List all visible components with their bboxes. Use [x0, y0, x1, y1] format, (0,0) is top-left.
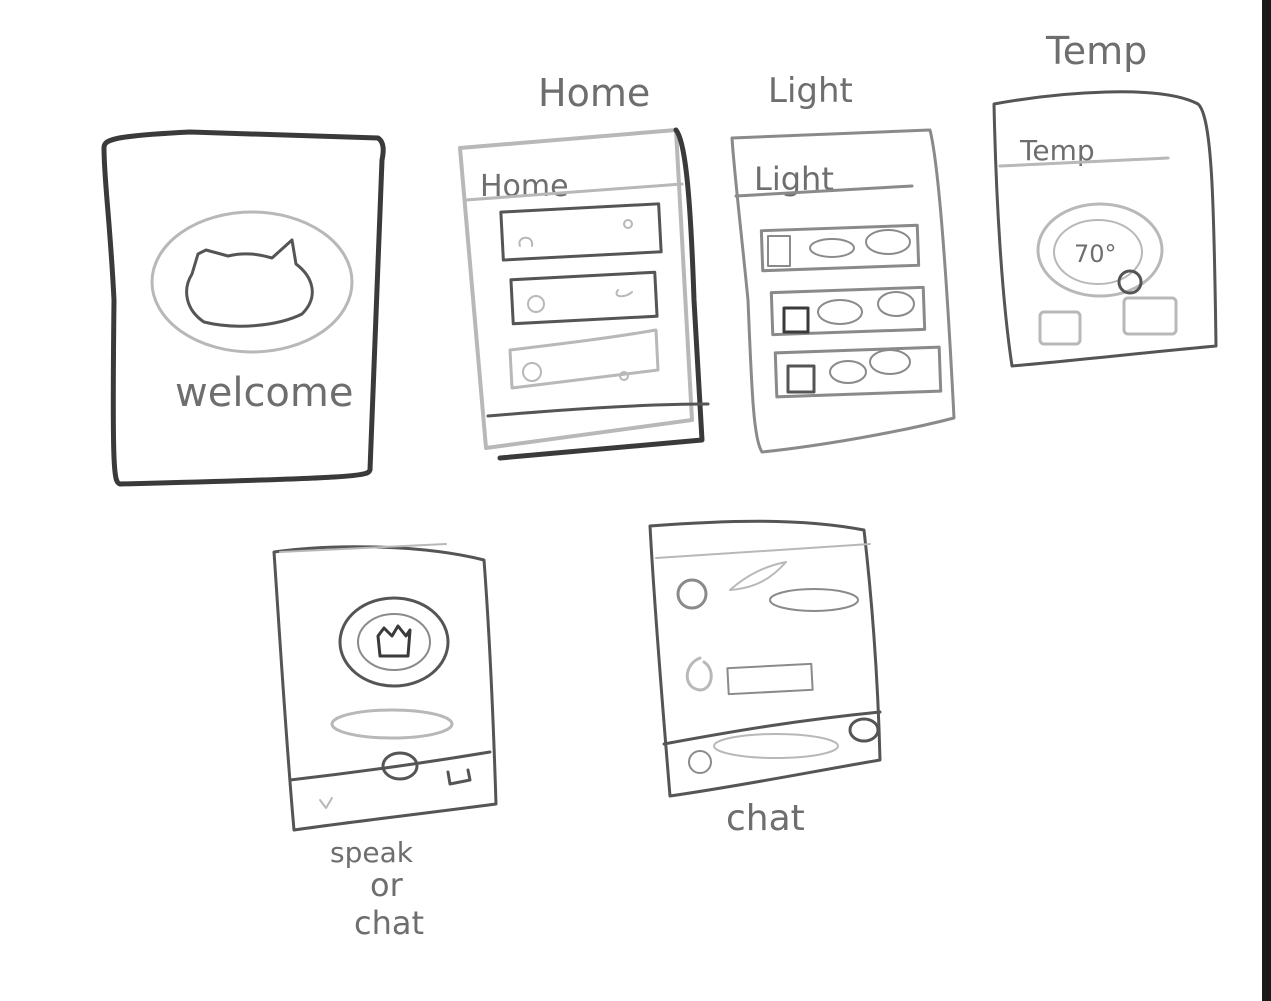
light-row-1[interactable]: [759, 223, 921, 273]
chat-avatar-2: [685, 656, 713, 692]
light-screen: Light Light: [730, 71, 956, 454]
temp-phone-frame: [992, 90, 1218, 368]
chat-bubble-outgoing-1: [769, 588, 859, 612]
temp-button-left[interactable]: [1038, 310, 1082, 346]
chat-screen: chat: [648, 519, 882, 839]
home-card-1-icon: [518, 236, 534, 247]
temp-readout: 70°: [1074, 240, 1117, 268]
light-row-1-slider[interactable]: [809, 238, 855, 258]
temp-button-right[interactable]: [1122, 296, 1178, 336]
home-card-1-dot-icon: [623, 219, 633, 229]
home-card-2[interactable]: [509, 270, 659, 326]
chat-avatar-1: [676, 578, 708, 610]
welcome-phone-frame: [101, 129, 386, 487]
speak-chat-toggle-icon[interactable]: [446, 768, 472, 786]
temp-title: Temp: [1045, 29, 1147, 73]
crown-mic-icon[interactable]: [376, 624, 412, 658]
chat-send-button[interactable]: [848, 717, 880, 743]
light-row-2-bulb-icon: [782, 306, 810, 334]
light-row-3-bulb-icon: [786, 364, 816, 394]
light-row-2-slider[interactable]: [817, 299, 863, 325]
light-row-1-toggle[interactable]: [865, 229, 911, 255]
home-card-2-icon: [527, 295, 545, 313]
chat-bubble-incoming-2: [726, 662, 814, 696]
welcome-screen: welcome: [101, 129, 386, 487]
speak-back-icon[interactable]: [319, 797, 333, 809]
light-row-2[interactable]: [769, 285, 927, 337]
home-card-3[interactable]: [508, 328, 660, 390]
wireframe-sketch: welcome Home Home Light Light Temp Temp …: [101, 29, 1218, 942]
speak-screen: speak or chat: [272, 543, 498, 942]
speak-caption-3: chat: [354, 904, 424, 942]
speak-caption-2: or: [370, 866, 404, 904]
chat-caption: chat: [726, 798, 805, 839]
cat-logo-icon: [185, 238, 314, 328]
chat-input-divider: [662, 710, 882, 746]
light-row-3[interactable]: [773, 345, 943, 399]
speak-phone-frame: [272, 545, 498, 832]
home-bottom-bar: [486, 402, 710, 418]
chat-header-divider: [655, 543, 871, 559]
light-row-2-toggle[interactable]: [877, 291, 915, 317]
light-row-1-bulb-icon: [767, 235, 791, 267]
light-row-3-toggle[interactable]: [869, 349, 911, 375]
home-screen: Home Home: [458, 71, 710, 461]
speak-caption-1: speak: [330, 836, 414, 869]
chat-attach-button[interactable]: [688, 750, 712, 774]
welcome-logo-ring: [150, 210, 354, 354]
chat-message-input[interactable]: [713, 733, 839, 759]
light-row-3-slider[interactable]: [829, 360, 867, 384]
chat-phone-frame: [648, 519, 882, 798]
speak-transcript-bubble: [330, 708, 454, 740]
right-edge-bar: [1262, 0, 1271, 1001]
temp-screen: Temp Temp 70°: [992, 29, 1218, 368]
speak-ring-inner: [357, 613, 431, 671]
home-card-3-icon: [522, 362, 542, 382]
welcome-label: welcome: [175, 370, 353, 416]
speak-ring-outer: [338, 596, 450, 688]
home-card-1[interactable]: [499, 202, 663, 262]
light-title: Light: [768, 71, 853, 111]
chat-bubble-incoming-1: [729, 561, 787, 591]
home-card-2-toggle-icon: [615, 289, 633, 298]
home-title: Home: [538, 71, 650, 115]
